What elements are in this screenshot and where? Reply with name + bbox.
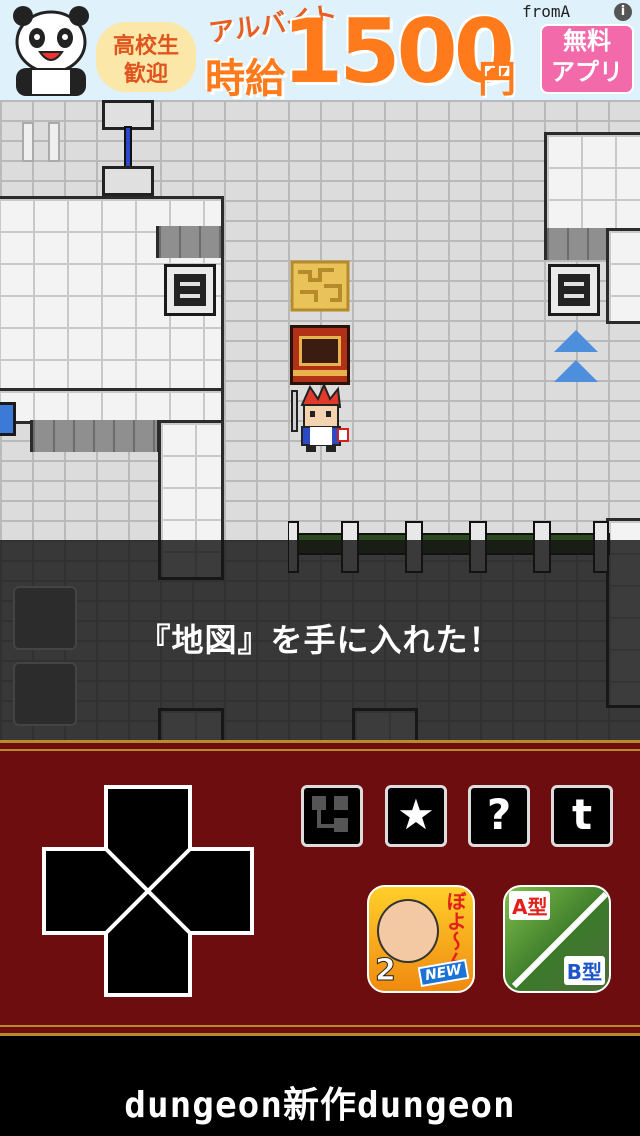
twitter-icon: t [571,790,593,839]
ad-pay-label: 時給 [205,56,285,100]
app1-number: 2 [375,953,397,989]
ad-amount: 1500 [282,0,515,100]
pause-icon[interactable] [22,122,62,162]
ad-brand: fromA [522,2,571,21]
wall-vent [164,264,216,316]
map-scroll-item [290,260,350,312]
ad-banner[interactable]: 高校生 歓迎 アルバイト 時給 1500 円 無料 アプリ fromA i [0,0,640,100]
help-icon: ? [486,790,512,839]
promo-app-icon-2[interactable]: A型 B型 [503,885,611,993]
up-arrow-marker [554,360,598,382]
wall-column-right [606,228,640,324]
app2-label-a: A型 [509,891,551,920]
student-welcome-badge: 高校生 歓迎 [96,22,196,92]
star-icon: ★ [397,790,435,839]
dpad-control[interactable] [42,785,254,997]
panda-mascot-image [13,6,89,96]
control-panel: ★ ? t ぼよ〜ん 2 NEW A型 B型 [0,740,640,1036]
wall-face [156,226,224,258]
switch-pillar [102,100,154,198]
wall-vent [548,264,600,316]
ad-info-icon[interactable]: i [614,3,632,21]
free-line-2: アプリ [551,58,623,86]
map-button[interactable] [301,785,363,847]
map-side-button[interactable] [13,662,77,726]
blue-door-tile [0,402,16,436]
badge-line-2: 歓迎 [123,62,168,87]
wall-block-right [544,132,640,232]
game-field[interactable]: 『地図』を手に入れた！ [0,100,640,740]
message-text: 『地図』を手に入れた！ [138,621,502,659]
footer: dungeon新作dungeon [0,1036,640,1136]
ad-currency: 円 [478,57,517,100]
promo-app-icon-1[interactable]: ぼよ〜ん 2 NEW [367,885,475,993]
wall-face [544,228,610,260]
wall-face [30,420,160,452]
game-logo: dungeon新作dungeon [124,1085,516,1126]
new-badge: NEW [417,958,470,988]
free-app-badge: 無料 アプリ [540,24,634,94]
favorite-button[interactable]: ★ [385,785,447,847]
app2-label-b: B型 [563,956,605,985]
hero-character [291,385,349,452]
help-button[interactable]: ? [468,785,530,847]
treasure-chest [290,325,350,385]
free-line-1: 無料 [563,27,611,55]
wall-block-left-lower [0,388,224,424]
twitter-button[interactable]: t [551,785,613,847]
up-arrow-marker [554,330,598,352]
map-icon [312,796,348,832]
